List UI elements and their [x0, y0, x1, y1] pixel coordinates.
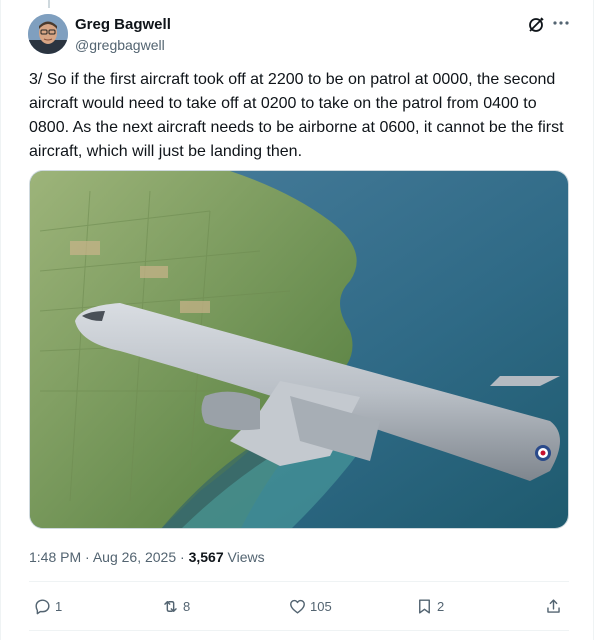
- action-bar: 1 8 105 2: [29, 592, 569, 620]
- author-block: Greg Bagwell @gregbagwell: [75, 16, 171, 54]
- divider: [29, 630, 569, 631]
- bookmark-button[interactable]: 2: [415, 592, 444, 620]
- aircraft-photo: [30, 171, 568, 528]
- repost-button[interactable]: 8: [161, 592, 190, 620]
- reply-count: 1: [55, 598, 63, 614]
- post-date[interactable]: Aug 26, 2025: [93, 549, 176, 565]
- meta-separator: ·: [180, 549, 185, 565]
- share-icon: [547, 598, 560, 613]
- tweet-card: Greg Bagwell @gregbagwell 3/ So if the f…: [0, 0, 594, 640]
- like-count: 105: [310, 598, 332, 614]
- views-count: 3,567: [188, 549, 224, 565]
- tweet-metadata: 1:48 PM · Aug 26, 2025 · 3,567 Views: [29, 548, 265, 566]
- author-display-name[interactable]: Greg Bagwell: [75, 16, 171, 34]
- meta-separator: ·: [85, 549, 90, 565]
- more-options-icon[interactable]: [552, 14, 570, 34]
- reply-icon: [35, 598, 50, 614]
- reply-button[interactable]: 1: [33, 592, 62, 620]
- tweet-text: 3/ So if the first aircraft took off at …: [29, 71, 564, 160]
- like-icon: [290, 599, 305, 614]
- avatar[interactable]: [28, 14, 68, 54]
- repost-count: 8: [183, 598, 191, 614]
- author-handle[interactable]: @gregbagwell: [75, 36, 171, 54]
- divider: [29, 581, 569, 582]
- thread-connector: [48, 0, 50, 8]
- bookmark-icon: [419, 598, 430, 614]
- grok-icon[interactable]: [527, 16, 545, 34]
- bookmark-count: 2: [437, 598, 445, 614]
- share-button[interactable]: [544, 592, 566, 620]
- views-label: Views: [227, 549, 265, 565]
- tweet-media-image[interactable]: [29, 170, 569, 529]
- post-time[interactable]: 1:48 PM: [29, 549, 81, 565]
- like-button[interactable]: 105: [288, 592, 332, 620]
- avatar-image: [28, 14, 68, 54]
- repost-icon: [164, 600, 177, 612]
